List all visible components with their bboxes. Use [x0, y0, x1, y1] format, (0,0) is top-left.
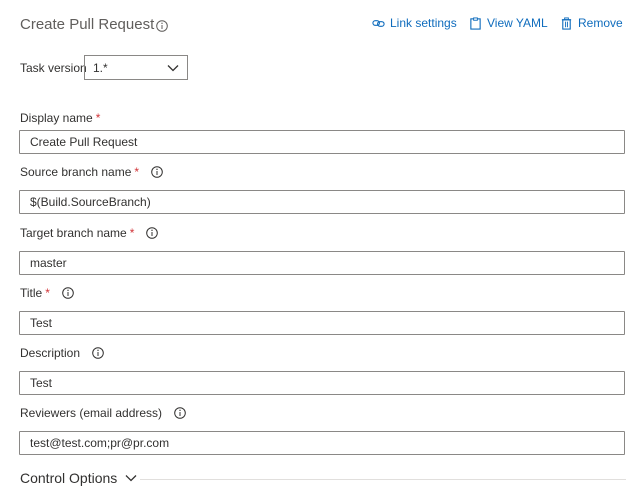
divider	[140, 479, 626, 480]
info-icon[interactable]	[174, 407, 186, 419]
reviewers-label-text: Reviewers (email address)	[20, 406, 163, 420]
display-name-label-text: Display name	[20, 111, 93, 125]
info-icon[interactable]	[146, 227, 159, 239]
view-yaml-label: View YAML	[487, 16, 548, 30]
control-options-label: Control Options	[20, 470, 118, 486]
info-icon[interactable]	[156, 20, 168, 32]
info-icon[interactable]	[62, 287, 74, 299]
title-label-text: Title	[20, 286, 43, 300]
target-branch-input[interactable]: master	[19, 251, 625, 275]
description-input[interactable]: Test	[19, 371, 625, 395]
info-icon[interactable]	[151, 166, 163, 178]
chevron-down-icon	[167, 64, 179, 71]
title-label: Title *	[20, 286, 74, 300]
required-marker: *	[129, 226, 135, 240]
description-label: Description	[20, 346, 104, 360]
clipboard-icon	[470, 16, 481, 30]
target-branch-label: Target branch name *	[20, 226, 159, 240]
target-branch-label-text: Target branch name	[20, 226, 127, 240]
link-icon	[372, 19, 385, 27]
source-branch-input[interactable]: $(Build.SourceBranch)	[19, 190, 625, 214]
display-name-label: Display name *	[20, 111, 100, 125]
title-input[interactable]: Test	[19, 311, 625, 335]
task-version-value: 1.*	[93, 60, 108, 75]
remove-label: Remove	[578, 16, 623, 30]
page-title: Create Pull Request	[20, 16, 155, 33]
reviewers-label: Reviewers (email address)	[20, 406, 186, 420]
source-branch-label-text: Source branch name	[20, 165, 132, 179]
required-marker: *	[134, 165, 140, 179]
display-name-input[interactable]: Create Pull Request	[19, 130, 625, 154]
control-options-toggle[interactable]: Control Options	[20, 470, 137, 486]
task-version-select[interactable]: 1.*	[84, 55, 188, 80]
source-branch-label: Source branch name *	[20, 165, 163, 179]
required-marker: *	[95, 111, 101, 125]
task-version-label: Task version	[20, 61, 87, 75]
required-marker: *	[45, 286, 50, 300]
link-settings-label: Link settings	[390, 16, 457, 30]
remove-button[interactable]: Remove	[560, 16, 623, 30]
trash-icon	[561, 16, 572, 30]
info-icon[interactable]	[92, 347, 104, 359]
chevron-down-icon	[125, 475, 137, 482]
description-label-text: Description	[20, 346, 81, 360]
view-yaml-button[interactable]: View YAML	[469, 16, 548, 30]
reviewers-input[interactable]: test@test.com;pr@pr.com	[19, 431, 625, 455]
link-settings-button[interactable]: Link settings	[372, 16, 457, 30]
